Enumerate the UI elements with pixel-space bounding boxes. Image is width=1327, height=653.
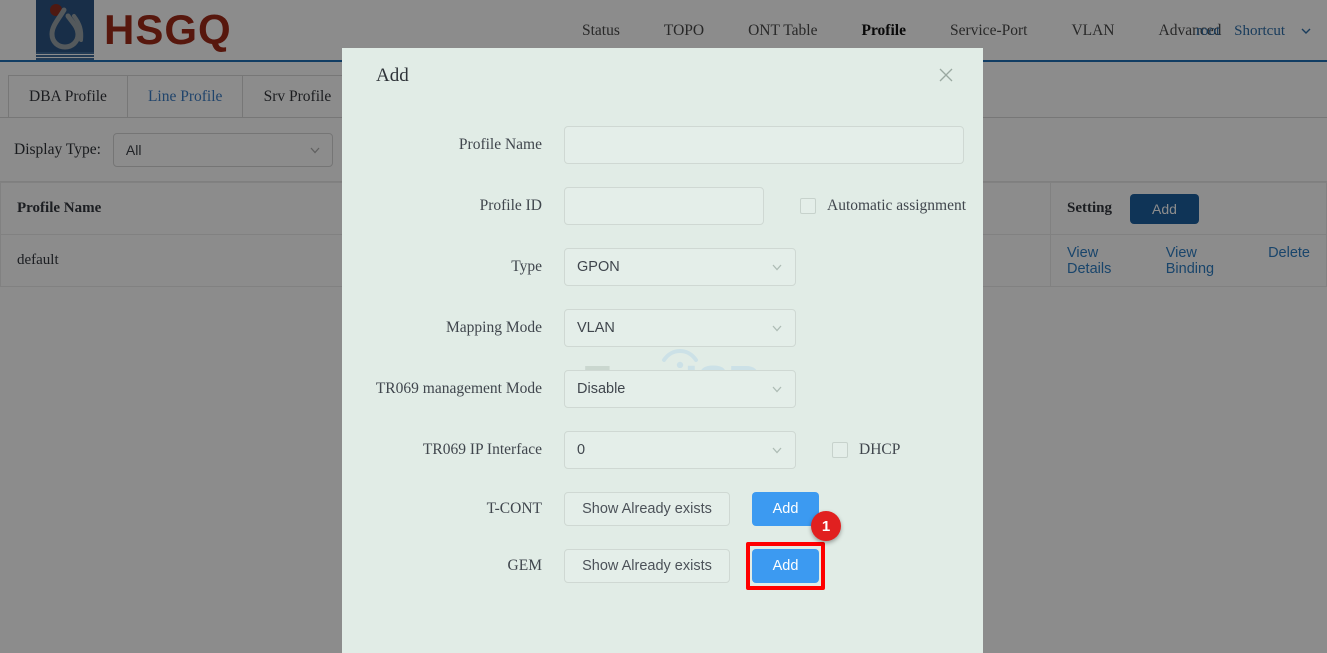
automatic-assignment-checkbox[interactable] bbox=[800, 198, 816, 214]
type-label: Type bbox=[511, 258, 542, 275]
close-icon[interactable] bbox=[937, 66, 955, 84]
dialog-body: ForoISP Profile Name Profile ID Automati… bbox=[342, 104, 983, 590]
add-profile-form: Profile Name Profile ID Automatic assign… bbox=[342, 104, 983, 590]
profile-name-label: Profile Name bbox=[458, 136, 542, 153]
chevron-down-icon bbox=[772, 447, 782, 454]
chevron-down-icon bbox=[772, 386, 782, 393]
tcont-show-existing-button[interactable]: Show Already exists bbox=[564, 492, 730, 526]
automatic-assignment-label: Automatic assignment bbox=[827, 197, 967, 214]
profile-id-input[interactable] bbox=[564, 187, 764, 225]
dhcp-label: DHCP bbox=[859, 441, 901, 458]
add-line-profile-dialog: Add ForoISP Profile Name Profile ID bbox=[342, 48, 983, 653]
dialog-title: Add bbox=[376, 65, 409, 86]
dhcp-checkbox-wrap[interactable]: DHCP bbox=[832, 441, 900, 459]
annotation-step-badge: 1 bbox=[811, 511, 841, 541]
type-select[interactable]: GPON bbox=[564, 248, 796, 286]
gem-add-button[interactable]: Add bbox=[752, 549, 819, 583]
field-row-tr069-ip-interface: TR069 IP Interface 0 DHCP bbox=[342, 431, 983, 469]
gem-add-highlight-wrap: Add 1 bbox=[746, 511, 841, 590]
tr069-management-mode-value: Disable bbox=[577, 381, 626, 397]
field-row-mapping-mode: Mapping Mode VLAN bbox=[342, 309, 983, 347]
chevron-down-icon bbox=[772, 325, 782, 332]
automatic-assignment-checkbox-wrap[interactable]: Automatic assignment bbox=[800, 197, 966, 215]
profile-id-label: Profile ID bbox=[479, 197, 542, 214]
tr069-ip-interface-label: TR069 IP Interface bbox=[422, 441, 542, 458]
field-row-type: Type GPON bbox=[342, 248, 983, 286]
field-row-gem: GEM Show Already exists Add 1 bbox=[342, 511, 983, 590]
field-row-tcont: T-CONT Show Already exists Add bbox=[342, 492, 983, 526]
dialog-header: Add bbox=[342, 48, 983, 104]
tr069-ip-interface-value: 0 bbox=[577, 442, 586, 458]
tr069-management-mode-select[interactable]: Disable bbox=[564, 370, 796, 408]
field-row-profile-name: Profile Name bbox=[342, 126, 983, 164]
dhcp-checkbox[interactable] bbox=[832, 442, 848, 458]
tr069-ip-interface-select[interactable]: 0 bbox=[564, 431, 796, 469]
gem-label: GEM bbox=[507, 557, 542, 574]
mapping-mode-label: Mapping Mode bbox=[445, 319, 542, 336]
field-row-profile-id: Profile ID Automatic assignment bbox=[342, 187, 983, 225]
profile-name-input[interactable] bbox=[564, 126, 964, 164]
gem-show-existing-button[interactable]: Show Already exists bbox=[564, 549, 730, 583]
field-row-tr069-management-mode: TR069 management Mode Disable bbox=[342, 370, 983, 408]
tr069-management-mode-label: TR069 management Mode bbox=[375, 380, 542, 397]
mapping-mode-select[interactable]: VLAN bbox=[564, 309, 796, 347]
type-value: GPON bbox=[577, 259, 620, 275]
mapping-mode-value: VLAN bbox=[577, 320, 615, 336]
tcont-label: T-CONT bbox=[486, 500, 542, 517]
tcont-add-button[interactable]: Add bbox=[752, 492, 819, 526]
chevron-down-icon bbox=[772, 264, 782, 271]
